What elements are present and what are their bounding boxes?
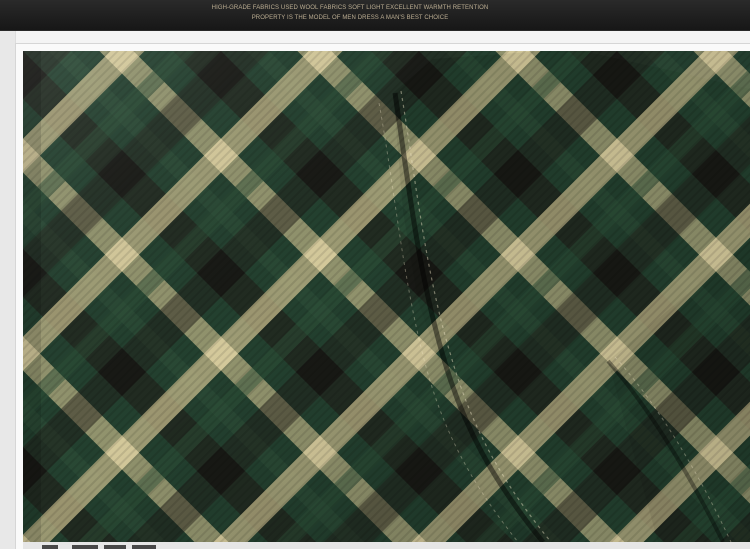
gap-strip bbox=[0, 31, 750, 43]
product-detail-page: HIGH-GRADE FABRICS USED WOOL FABRICS SOF… bbox=[0, 0, 750, 549]
thumbnail-1[interactable] bbox=[42, 545, 58, 549]
thumbnail-4[interactable] bbox=[132, 545, 156, 549]
banner-line-1: HIGH-GRADE FABRICS USED WOOL FABRICS SOF… bbox=[211, 5, 489, 11]
product-photo bbox=[23, 51, 750, 542]
left-margin bbox=[0, 31, 16, 549]
banner-line-2: PROPERTY IS THE MODEL OF MEN DRESS A MAN… bbox=[251, 15, 449, 21]
plaid-fabric-image bbox=[23, 51, 750, 542]
top-banner: HIGH-GRADE FABRICS USED WOOL FABRICS SOF… bbox=[0, 0, 750, 31]
thumbnail-3[interactable] bbox=[104, 545, 126, 549]
thumbnail-2[interactable] bbox=[72, 545, 98, 549]
